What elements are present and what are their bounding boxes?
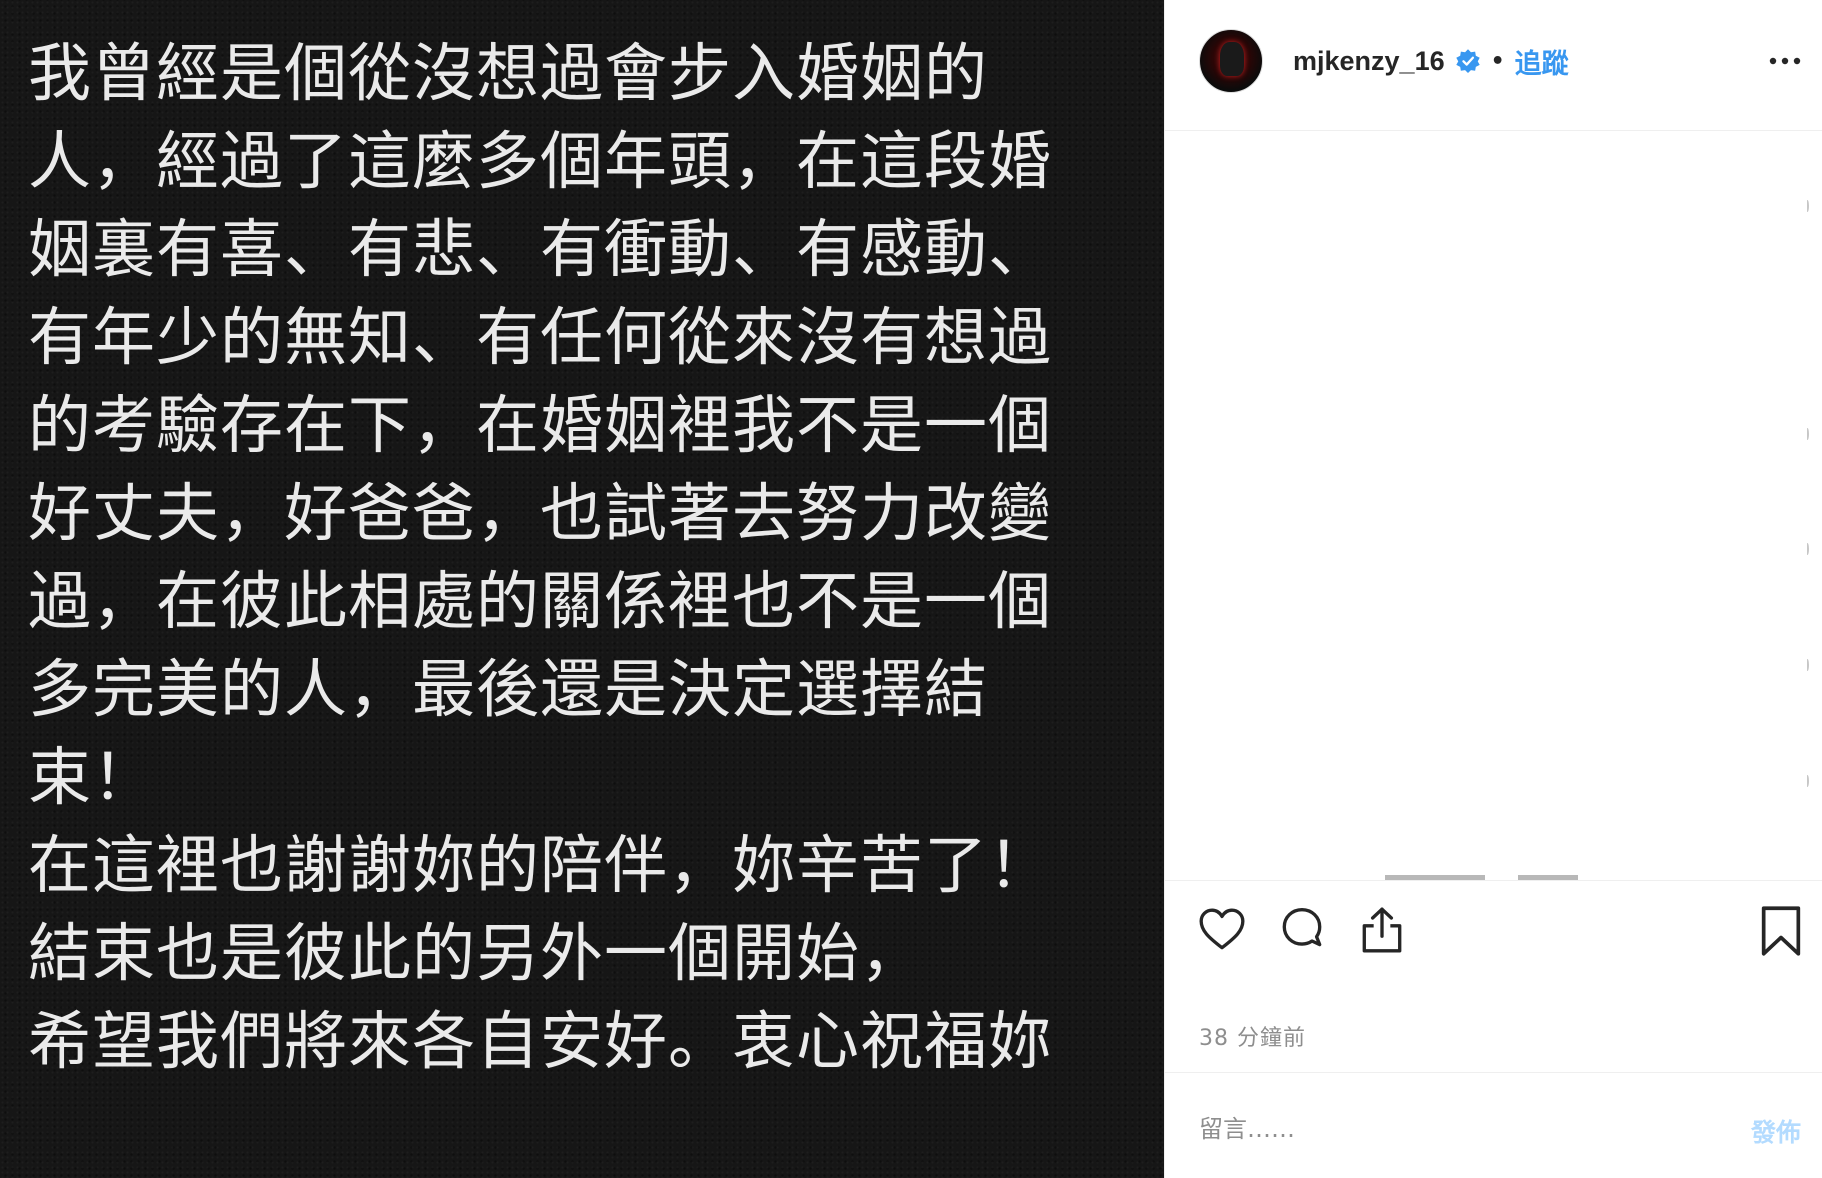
- post-text-line: 有年少的無知、有任何從來沒有想過: [28, 301, 1052, 374]
- post-timestamp[interactable]: 38 分鐘前: [1199, 1020, 1306, 1052]
- scroll-indicator: [1806, 200, 1809, 212]
- post-image-text: 我曾經是個從沒想過會步入婚姻的 人，經過了這麼多個年頭，在這段婚 姻裏有喜、有悲…: [28, 30, 1138, 1086]
- post-header: mjkenzy_16 • 追蹤: [1165, 0, 1822, 131]
- verified-badge-icon: [1455, 48, 1481, 74]
- post-text-line: 的考驗存在下，在婚姻裡我不是一個: [28, 389, 1052, 462]
- post-image[interactable]: 我曾經是個從沒想過會步入婚姻的 人，經過了這麼多個年頭，在這段婚 姻裏有喜、有悲…: [0, 0, 1164, 1178]
- avatar[interactable]: [1199, 29, 1263, 93]
- post-side-panel: mjkenzy_16 • 追蹤 38 分鐘前 留言…… 發佈: [1164, 0, 1822, 1178]
- post-text-line: 希望我們將來各自安好。衷心祝福妳: [28, 1005, 1052, 1078]
- scroll-indicator: [1806, 543, 1809, 555]
- scroll-indicator: [1806, 428, 1809, 440]
- comment-input[interactable]: [1199, 1107, 1679, 1151]
- scroll-indicator: [1806, 659, 1809, 671]
- comment-icon[interactable]: [1277, 905, 1327, 959]
- post-text-line: 人，經過了這麼多個年頭，在這段婚: [28, 125, 1052, 198]
- actions-bar: [1165, 880, 1822, 980]
- separator-dot: •: [1490, 48, 1505, 74]
- post-text-line: 在這裡也謝謝妳的陪伴，妳辛苦了！: [28, 829, 1052, 902]
- heart-icon[interactable]: [1197, 905, 1247, 959]
- post-text-line: 過，在彼此相處的關係裡也不是一個: [28, 565, 1052, 638]
- bookmark-icon[interactable]: [1759, 905, 1803, 961]
- share-icon[interactable]: [1357, 905, 1407, 959]
- follow-button[interactable]: 追蹤: [1515, 42, 1569, 81]
- post-comment-button[interactable]: 發佈: [1751, 1113, 1801, 1149]
- post-text-line: 我曾經是個從沒想過會步入婚姻的: [28, 37, 988, 110]
- scroll-indicator: [1806, 775, 1809, 787]
- post-text-line: 束！: [28, 741, 156, 814]
- post-text-line: 姻裏有喜、有悲、有衝動、有感動、: [28, 213, 1052, 286]
- post-text-line: 好丈夫，好爸爸，也試著去努力改變: [28, 477, 1052, 550]
- post-text-line: 多完美的人，最後還是決定選擇結: [28, 653, 988, 726]
- post-text-line: 結束也是彼此的另外一個開始，: [28, 917, 924, 990]
- comments-area[interactable]: [1165, 132, 1822, 880]
- username-link[interactable]: mjkenzy_16: [1293, 46, 1445, 77]
- more-options-icon[interactable]: [1767, 47, 1803, 75]
- comment-box: 發佈: [1165, 1072, 1822, 1178]
- header-row: mjkenzy_16 • 追蹤: [1293, 41, 1569, 81]
